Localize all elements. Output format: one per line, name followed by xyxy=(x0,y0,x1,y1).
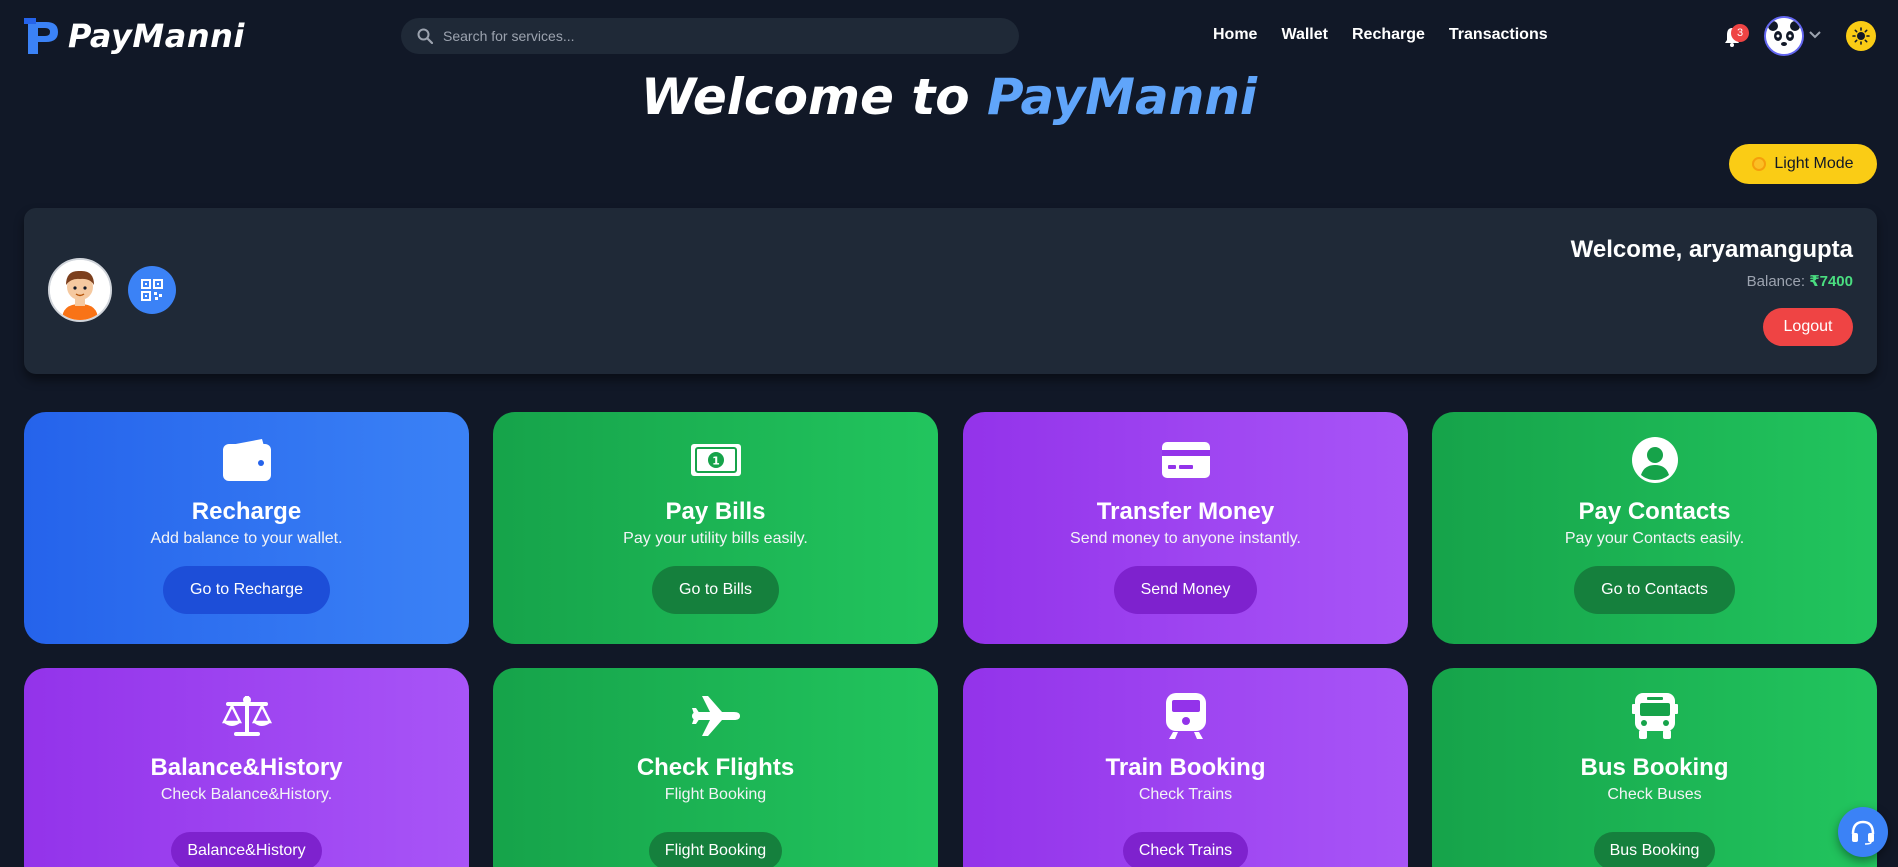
nav-link-recharge[interactable]: Recharge xyxy=(1352,26,1425,44)
theme-toggle-button[interactable] xyxy=(1846,21,1876,51)
card-description: Flight Booking xyxy=(664,786,767,803)
balance-value: ₹7400 xyxy=(1809,273,1853,290)
nav-link-transactions[interactable]: Transactions xyxy=(1449,26,1548,44)
balance-history-button[interactable]: Balance&History xyxy=(171,832,322,867)
svg-text:1: 1 xyxy=(712,455,720,468)
go-to-recharge-button[interactable]: Go to Recharge xyxy=(163,566,330,614)
paymanni-logo-icon xyxy=(24,18,58,54)
card-title: Pay Contacts xyxy=(1578,498,1731,525)
card-balance-history: Balance&History Check Balance&History. B… xyxy=(24,668,469,867)
search-input[interactable] xyxy=(443,28,1003,44)
card-title: Check Flights xyxy=(636,754,795,781)
credit-card-icon xyxy=(1160,436,1212,484)
bus-icon xyxy=(1629,692,1681,740)
chevron-down-icon[interactable] xyxy=(1808,30,1822,40)
card-title: Bus Booking xyxy=(1580,754,1729,781)
card-description: Pay your Contacts easily. xyxy=(1564,530,1745,547)
card-description: Check Trains xyxy=(1138,786,1233,803)
support-button[interactable] xyxy=(1838,807,1888,857)
bus-booking-button[interactable]: Bus Booking xyxy=(1593,832,1716,867)
light-mode-button[interactable]: Light Mode xyxy=(1729,144,1877,184)
money-bill-icon: 1 xyxy=(690,436,742,484)
flight-booking-button[interactable]: Flight Booking xyxy=(648,832,783,867)
train-icon xyxy=(1160,692,1212,740)
brand[interactable]: PayManni xyxy=(24,16,245,56)
card-title: Balance&History xyxy=(150,754,343,781)
navbar: PayManni Home Wallet Recharge Transactio… xyxy=(0,0,1898,72)
sun-icon xyxy=(1752,157,1767,171)
go-to-contacts-button[interactable]: Go to Contacts xyxy=(1574,566,1735,614)
card-description: Add balance to your wallet. xyxy=(150,530,343,547)
wallet-icon xyxy=(221,436,273,484)
panda-avatar-icon xyxy=(1766,18,1802,54)
card-recharge: Recharge Add balance to your wallet. Go … xyxy=(24,412,469,644)
brand-name: PayManni xyxy=(68,17,245,55)
card-check-flights: Check Flights Flight Booking Flight Book… xyxy=(493,668,938,867)
profile-welcome-text: Welcome, aryamangupta xyxy=(1570,236,1853,263)
search-bar xyxy=(401,18,1019,54)
profile-panel: Welcome, aryamangupta Balance: ₹7400 Log… xyxy=(24,208,1877,374)
check-trains-button[interactable]: Check Trains xyxy=(1122,832,1249,867)
card-pay-bills: 1 Pay Bills Pay your utility bills easil… xyxy=(493,412,938,644)
send-money-button[interactable]: Send Money xyxy=(1113,566,1258,614)
user-avatar[interactable] xyxy=(1764,16,1804,56)
notification-badge: 3 xyxy=(1731,24,1749,42)
search-icon xyxy=(417,28,433,44)
page-title: Welcome to PayManni xyxy=(0,68,1898,126)
card-title: Recharge xyxy=(191,498,302,525)
profile-avatar[interactable] xyxy=(48,258,112,322)
scale-icon xyxy=(221,692,273,740)
go-to-bills-button[interactable]: Go to Bills xyxy=(652,566,779,614)
logout-button[interactable]: Logout xyxy=(1763,308,1853,346)
card-description: Check Buses xyxy=(1607,786,1702,803)
balance-display: Balance: ₹7400 xyxy=(1747,272,1853,290)
card-title: Pay Bills xyxy=(665,498,766,525)
card-pay-contacts: Pay Contacts Pay your Contacts easily. G… xyxy=(1432,412,1877,644)
page-title-accent: PayManni xyxy=(987,68,1258,126)
card-train-booking: Train Booking Check Trains Check Trains xyxy=(963,668,1408,867)
card-transfer-money: Transfer Money Send money to anyone inst… xyxy=(963,412,1408,644)
nav-links: Home Wallet Recharge Transactions xyxy=(1213,26,1548,44)
headset-icon xyxy=(1851,820,1875,845)
boy-avatar-icon xyxy=(50,260,110,320)
qr-code-icon xyxy=(141,279,163,301)
card-description: Check Balance&History. xyxy=(160,786,333,803)
page-title-prefix: Welcome to xyxy=(640,68,987,126)
qr-code-button[interactable] xyxy=(128,266,176,314)
plane-icon xyxy=(690,692,742,740)
nav-link-wallet[interactable]: Wallet xyxy=(1281,26,1328,44)
sun-icon xyxy=(1852,27,1870,45)
balance-label: Balance: xyxy=(1746,273,1810,290)
nav-link-home[interactable]: Home xyxy=(1213,26,1257,44)
card-title: Transfer Money xyxy=(1096,498,1275,525)
card-bus-booking: Bus Booking Check Buses Bus Booking xyxy=(1432,668,1877,867)
user-circle-icon xyxy=(1629,436,1681,484)
card-title: Train Booking xyxy=(1105,754,1266,781)
card-description: Send money to anyone instantly. xyxy=(1070,530,1301,547)
light-mode-label: Light Mode xyxy=(1774,155,1854,172)
card-description: Pay your utility bills easily. xyxy=(623,530,808,547)
